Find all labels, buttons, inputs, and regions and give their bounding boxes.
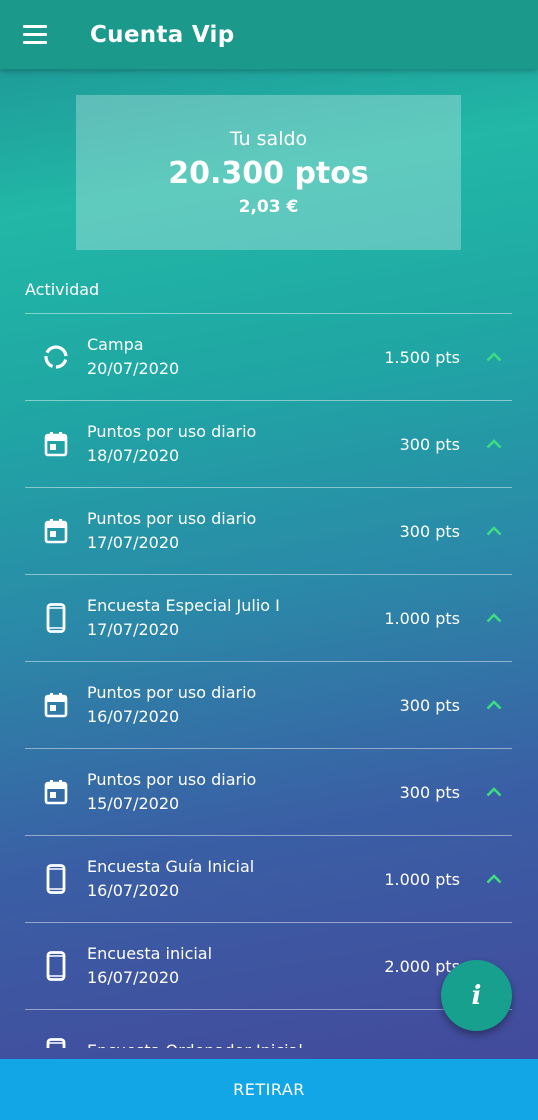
calendar-icon (25, 431, 87, 457)
chevron-up-icon[interactable] (476, 613, 512, 623)
chevron-up-icon[interactable] (476, 700, 512, 710)
activity-label: Actividad (25, 280, 100, 299)
balance-label: Tu saldo (229, 128, 308, 150)
calendar-icon (25, 518, 87, 544)
item-points: 300 pts (399, 521, 460, 541)
list-item[interactable]: Campa 20/07/2020 1.500 pts (25, 313, 512, 400)
item-date: 17/07/2020 (87, 620, 180, 639)
list-item[interactable]: Puntos por uso diario 15/07/2020 300 pts (25, 748, 512, 835)
balance-points: 20.300 ptos (168, 156, 369, 191)
info-button[interactable]: i (441, 960, 512, 1031)
item-date: 16/07/2020 (87, 968, 180, 987)
item-points: 1.000 pts (384, 608, 460, 628)
chevron-up-icon[interactable] (476, 352, 512, 362)
list-item[interactable]: Puntos por uso diario 17/07/2020 300 pts (25, 487, 512, 574)
list-item[interactable]: Puntos por uso diario 18/07/2020 300 pts (25, 400, 512, 487)
retirar-button[interactable]: RETIRAR (0, 1059, 538, 1120)
item-text: Encuesta Ordenador Inicial (87, 1041, 350, 1048)
item-text: Encuesta inicial 16/07/2020 (87, 944, 350, 988)
phone-icon (25, 951, 87, 981)
item-title: Encuesta inicial (87, 944, 213, 963)
chevron-up-icon[interactable] (476, 874, 512, 884)
item-title: Puntos por uso diario (87, 509, 257, 528)
item-title: Puntos por uso diario (87, 683, 257, 702)
list-item[interactable]: Encuesta Ordenador Inicial (25, 1009, 512, 1048)
chevron-up-icon[interactable] (476, 787, 512, 797)
item-text: Encuesta Especial Julio I 17/07/2020 (87, 596, 350, 640)
balance-euros: 2,03 € (238, 197, 299, 217)
page-title: Cuenta Vip (90, 21, 235, 48)
item-text: Puntos por uso diario 15/07/2020 (87, 770, 350, 814)
list-item[interactable]: Encuesta Especial Julio I 17/07/2020 1.000… (25, 574, 512, 661)
item-text: Puntos por uso diario 16/07/2020 (87, 683, 350, 727)
hamburger-menu-icon[interactable] (0, 0, 70, 69)
list-item[interactable]: Puntos por uso diario 16/07/2020 300 pts (25, 661, 512, 748)
activity-list[interactable]: Campa 20/07/2020 1.500 pts Puntos por uso d… (25, 313, 512, 1048)
item-date: 16/07/2020 (87, 881, 180, 900)
item-text: Puntos por uso diario 17/07/2020 (87, 509, 350, 553)
phone-icon (25, 864, 87, 894)
item-points: 1.000 pts (384, 869, 460, 889)
item-points: 300 pts (399, 695, 460, 715)
balance-card: Tu saldo 20.300 ptos 2,03 € (76, 95, 461, 250)
list-item[interactable]: Encuesta inicial 16/07/2020 2.000 pts (25, 922, 512, 1009)
phone-icon (25, 1038, 87, 1048)
calendar-icon (25, 692, 87, 718)
item-points: 300 pts (399, 434, 460, 454)
list-item[interactable]: Encuesta Guía Inicial 16/07/2020 1.000 pts (25, 835, 512, 922)
chevron-up-icon[interactable] (476, 526, 512, 536)
item-title: Encuesta Especial Julio I (87, 596, 280, 615)
item-points: 300 pts (399, 782, 460, 802)
progress-icon (25, 344, 87, 370)
item-points: 1.500 pts (384, 347, 460, 367)
item-points: 2.000 pts (384, 956, 460, 976)
item-date: 17/07/2020 (87, 533, 180, 552)
item-text: Encuesta Guía Inicial 16/07/2020 (87, 857, 350, 901)
phone-icon (25, 603, 87, 633)
item-date: 15/07/2020 (87, 794, 180, 813)
item-date: 18/07/2020 (87, 446, 180, 465)
app-bar: Cuenta Vip (0, 0, 538, 69)
calendar-icon (25, 779, 87, 805)
item-title: Puntos por uso diario (87, 770, 257, 789)
item-text: Puntos por uso diario 18/07/2020 (87, 422, 350, 466)
item-date: 20/07/2020 (87, 359, 180, 378)
chevron-up-icon[interactable] (476, 439, 512, 449)
item-date: 16/07/2020 (87, 707, 180, 726)
item-title: Puntos por uso diario (87, 422, 257, 441)
item-title: Campa (87, 335, 144, 354)
item-title: Encuesta Guía Inicial (87, 857, 255, 876)
item-title: Encuesta Ordenador Inicial (87, 1041, 350, 1048)
item-text: Campa 20/07/2020 (87, 335, 350, 379)
